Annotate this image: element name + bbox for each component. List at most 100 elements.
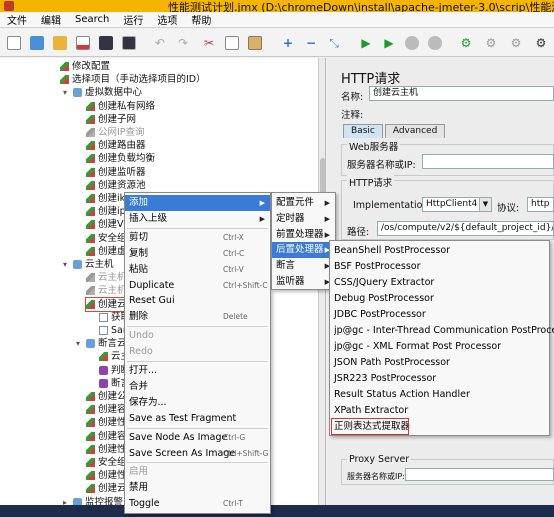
start-icon[interactable]: ▶ [356, 33, 376, 53]
context-menu-item[interactable]: 启用 [125, 464, 270, 480]
cut-icon[interactable]: ✂ [199, 33, 219, 53]
name-field[interactable]: 创建云主机 [369, 86, 554, 101]
open-icon[interactable] [50, 33, 70, 53]
postprocessor-item[interactable]: Debug PostProcessor [330, 291, 549, 307]
toggle-icon[interactable]: ⤡ [324, 33, 344, 53]
add-submenu-item[interactable]: 监听器 ▶ [272, 274, 335, 290]
context-menu-item[interactable]: Undo [125, 328, 270, 344]
context-menu-item[interactable]: 删除 Delete [125, 309, 270, 325]
menu-file[interactable]: 文件 [0, 12, 34, 27]
postprocessor-item[interactable]: jp@gc - Inter-Thread Communication PostP… [330, 323, 554, 339]
tree-node[interactable]: 创建路由器 [86, 139, 146, 152]
document-icon [99, 326, 108, 335]
menu-item-label: BSF PostProcessor [334, 261, 421, 272]
postprocessor-item[interactable]: JSR223 PostProcessor [330, 371, 549, 387]
expand-toggle-icon[interactable]: ▾ [63, 86, 71, 99]
tab-basic[interactable]: Basic [343, 124, 383, 138]
postprocessor-item[interactable]: JSON Path PostProcessor [330, 355, 549, 371]
paste-icon[interactable] [245, 33, 265, 53]
menu-options[interactable]: 选项 [150, 12, 184, 27]
postprocessor-item[interactable]: jp@gc - XML Format Post Processor [330, 339, 549, 355]
menu-bar: 文件 编辑 Search 运行 选项 帮助 [0, 12, 554, 28]
context-menu-item[interactable]: 保存为... [125, 395, 270, 411]
menu-item-label: Reset Gui [129, 295, 175, 307]
context-menu-item[interactable]: Save Node As Image Ctrl-G [125, 430, 270, 446]
sampler-icon [99, 352, 108, 362]
postprocessor-item[interactable]: BeanShell PostProcessor [330, 243, 549, 259]
implementation-label: Implementation: [353, 200, 432, 211]
add-submenu-item[interactable]: 前置处理器 ▶ [272, 227, 335, 243]
remote-start-icon[interactable]: ⚙ [531, 33, 551, 53]
context-menu-item[interactable]: 插入上级 ▶ [125, 211, 270, 227]
tree-node[interactable]: 选择项目（手动选择项目的ID） [60, 73, 206, 86]
tree-node[interactable]: 创建子网 [86, 113, 136, 126]
search-icon[interactable]: ⚙ [506, 33, 526, 53]
context-menu-item[interactable]: 打开... [125, 363, 270, 379]
tab-advanced[interactable]: Advanced [384, 124, 446, 138]
context-menu-item[interactable]: Redo [125, 344, 270, 360]
tree-node[interactable]: 公网IP查询 [86, 126, 145, 139]
tree-node[interactable]: 修改配置 [60, 60, 110, 73]
tree-node[interactable]: 创建负载均衡 [86, 152, 155, 165]
redo-icon[interactable]: ↷ [173, 33, 193, 53]
new-icon[interactable] [4, 33, 24, 53]
add-submenu-item[interactable]: 配置元件 ▶ [272, 195, 335, 211]
context-menu-item[interactable]: 复制 Ctrl-C [125, 246, 270, 262]
expand-icon[interactable]: + [278, 33, 298, 53]
tree-node[interactable]: ▾ 云主机 [63, 258, 114, 271]
templates-icon[interactable] [27, 33, 47, 53]
postprocessor-item[interactable]: Result Status Action Handler [330, 387, 549, 403]
close-icon[interactable] [73, 33, 93, 53]
tree-node[interactable]: 创建私有网络 [86, 100, 155, 113]
title-bar: 性能测试计划.jmx (D:\chromeDown\install\apache… [0, 0, 554, 14]
context-menu-item[interactable]: 剪切 Ctrl-X [125, 230, 270, 246]
implementation-value: HttpClient4 [426, 199, 478, 209]
shutdown-icon[interactable] [425, 33, 445, 53]
implementation-select[interactable]: HttpClient4 ▼ [422, 197, 492, 212]
expand-toggle-icon[interactable]: ▾ [76, 337, 84, 350]
postprocessor-item[interactable]: CSS/JQuery Extractor [330, 275, 549, 291]
menu-run[interactable]: 运行 [116, 12, 150, 27]
save-icon[interactable] [96, 33, 116, 53]
add-submenu-item[interactable]: 后置处理器 ▶ [272, 242, 335, 259]
context-menu-item[interactable]: 禁用 [125, 480, 270, 496]
context-menu-item[interactable]: Save Screen As Image Ctrl+Shift-G [125, 446, 270, 462]
expand-toggle-icon[interactable]: ▾ [63, 258, 71, 271]
menu-search[interactable]: Search [68, 14, 116, 25]
clear-all-icon[interactable]: ⚙ [481, 33, 501, 53]
menu-item-label: CSS/JQuery Extractor [334, 277, 435, 288]
postprocessor-item[interactable]: BSF PostProcessor [330, 259, 549, 275]
context-menu-item[interactable]: 添加 ▶ [125, 195, 270, 211]
tree-node[interactable]: 创建资源池 [86, 179, 146, 192]
menu-item-shortcut: Ctrl-X [223, 232, 244, 242]
save-as-icon[interactable] [119, 33, 139, 53]
stop-icon[interactable] [402, 33, 422, 53]
menu-help[interactable]: 帮助 [184, 12, 218, 27]
menu-edit[interactable]: 编辑 [34, 12, 68, 27]
context-menu-item[interactable]: 粘贴 Ctrl-V [125, 262, 270, 278]
protocol-field[interactable]: http [527, 197, 554, 212]
undo-icon[interactable]: ↶ [150, 33, 170, 53]
collapse-icon[interactable]: − [301, 33, 321, 53]
chevron-down-icon: ▼ [479, 198, 491, 211]
menu-item-label: 合并 [129, 380, 149, 392]
context-menu-item[interactable]: Save as Test Fragment [125, 411, 270, 427]
postprocessor-item[interactable]: JDBC PostProcessor [330, 307, 549, 323]
add-submenu-item[interactable]: 定时器 ▶ [272, 211, 335, 227]
context-menu-item[interactable]: Duplicate Ctrl+Shift-C [125, 278, 270, 294]
copy-icon[interactable] [222, 33, 242, 53]
start-no-pause-icon[interactable]: ▶ [379, 33, 399, 53]
proxy-server-field[interactable] [405, 468, 554, 481]
server-name-field[interactable] [422, 154, 554, 169]
tree-node[interactable]: ▾ 虚拟数据中心 [63, 86, 142, 99]
tree-node[interactable]: 创建监听器 [86, 166, 146, 179]
menu-item-shortcut: Ctrl-G [223, 432, 246, 442]
context-menu-item[interactable]: Reset Gui [125, 293, 270, 309]
context-menu-item[interactable]: 合并 [125, 379, 270, 395]
context-menu-item[interactable]: Toggle Ctrl-T [125, 496, 270, 512]
path-field[interactable]: /os/compute/v2/${default_project_id}/ser… [377, 221, 554, 236]
postprocessor-item[interactable]: XPath Extractor [330, 403, 549, 419]
clear-icon[interactable]: ⚙ [456, 33, 476, 53]
add-submenu-item[interactable]: 断言 ▶ [272, 258, 335, 274]
sampler-icon [86, 444, 95, 454]
